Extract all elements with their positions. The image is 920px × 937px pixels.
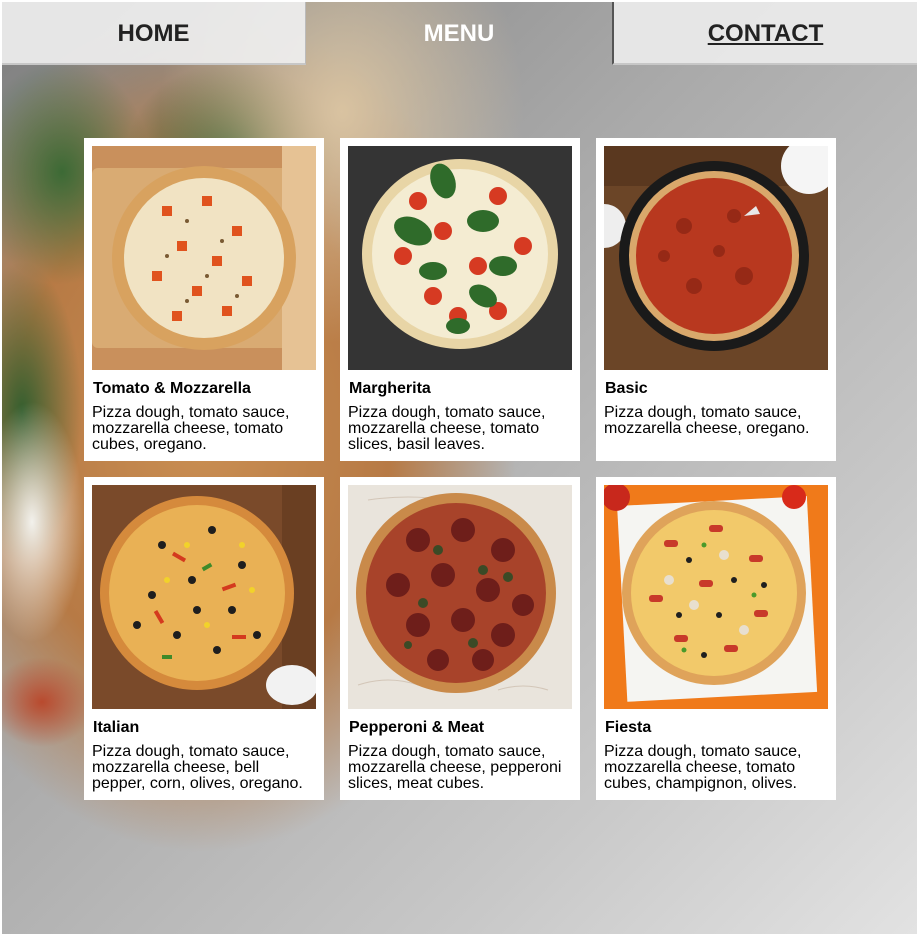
item-title: Fiesta — [605, 719, 652, 736]
menu-card[interactable]: Tomato & Mozzarella Pizza dough, tomato … — [84, 138, 324, 461]
menu-card[interactable]: Italian Pizza dough, tomato sauce, mozza… — [84, 477, 324, 800]
item-title: Tomato & Mozzarella — [93, 380, 251, 397]
item-title: Pepperoni & Meat — [349, 719, 485, 736]
pizza-image — [604, 146, 828, 370]
item-description: Pizza dough, tomato sauce, mozzarella ch… — [604, 404, 810, 437]
item-title: Basic — [605, 380, 648, 397]
pizza-image — [92, 146, 316, 370]
pizza-image — [92, 485, 316, 709]
nav-home-link[interactable]: HOME — [2, 2, 306, 65]
item-description: Pizza dough, tomato sauce, mozzarella ch… — [348, 743, 562, 792]
menu-card[interactable]: Pepperoni & Meat Pizza dough, tomato sau… — [340, 477, 580, 800]
item-description: Pizza dough, tomato sauce, mozzarella ch… — [348, 404, 546, 453]
pizza-image — [604, 485, 828, 709]
background-photo: HOME MENU CONTACT Tomato & Mozzarella Pi… — [2, 2, 917, 934]
item-title: Italian — [93, 719, 140, 736]
menu-card[interactable]: Basic Pizza dough, tomato sauce, mozzare… — [596, 138, 836, 461]
pizza-image — [348, 485, 572, 709]
menu-card[interactable]: Margherita Pizza dough, tomato sauce, mo… — [340, 138, 580, 461]
pizza-image — [348, 146, 572, 370]
nav-contact-link[interactable]: CONTACT — [612, 2, 917, 65]
nav-menu-link[interactable]: MENU — [306, 2, 612, 65]
top-nav: HOME MENU CONTACT — [2, 2, 917, 67]
item-description: Pizza dough, tomato sauce, mozzarella ch… — [604, 743, 802, 792]
item-title: Margherita — [349, 380, 431, 397]
item-description: Pizza dough, tomato sauce, mozzarella ch… — [92, 743, 303, 792]
item-description: Pizza dough, tomato sauce, mozzarella ch… — [92, 404, 290, 453]
menu-card[interactable]: Fiesta Pizza dough, tomato sauce, mozzar… — [596, 477, 836, 800]
